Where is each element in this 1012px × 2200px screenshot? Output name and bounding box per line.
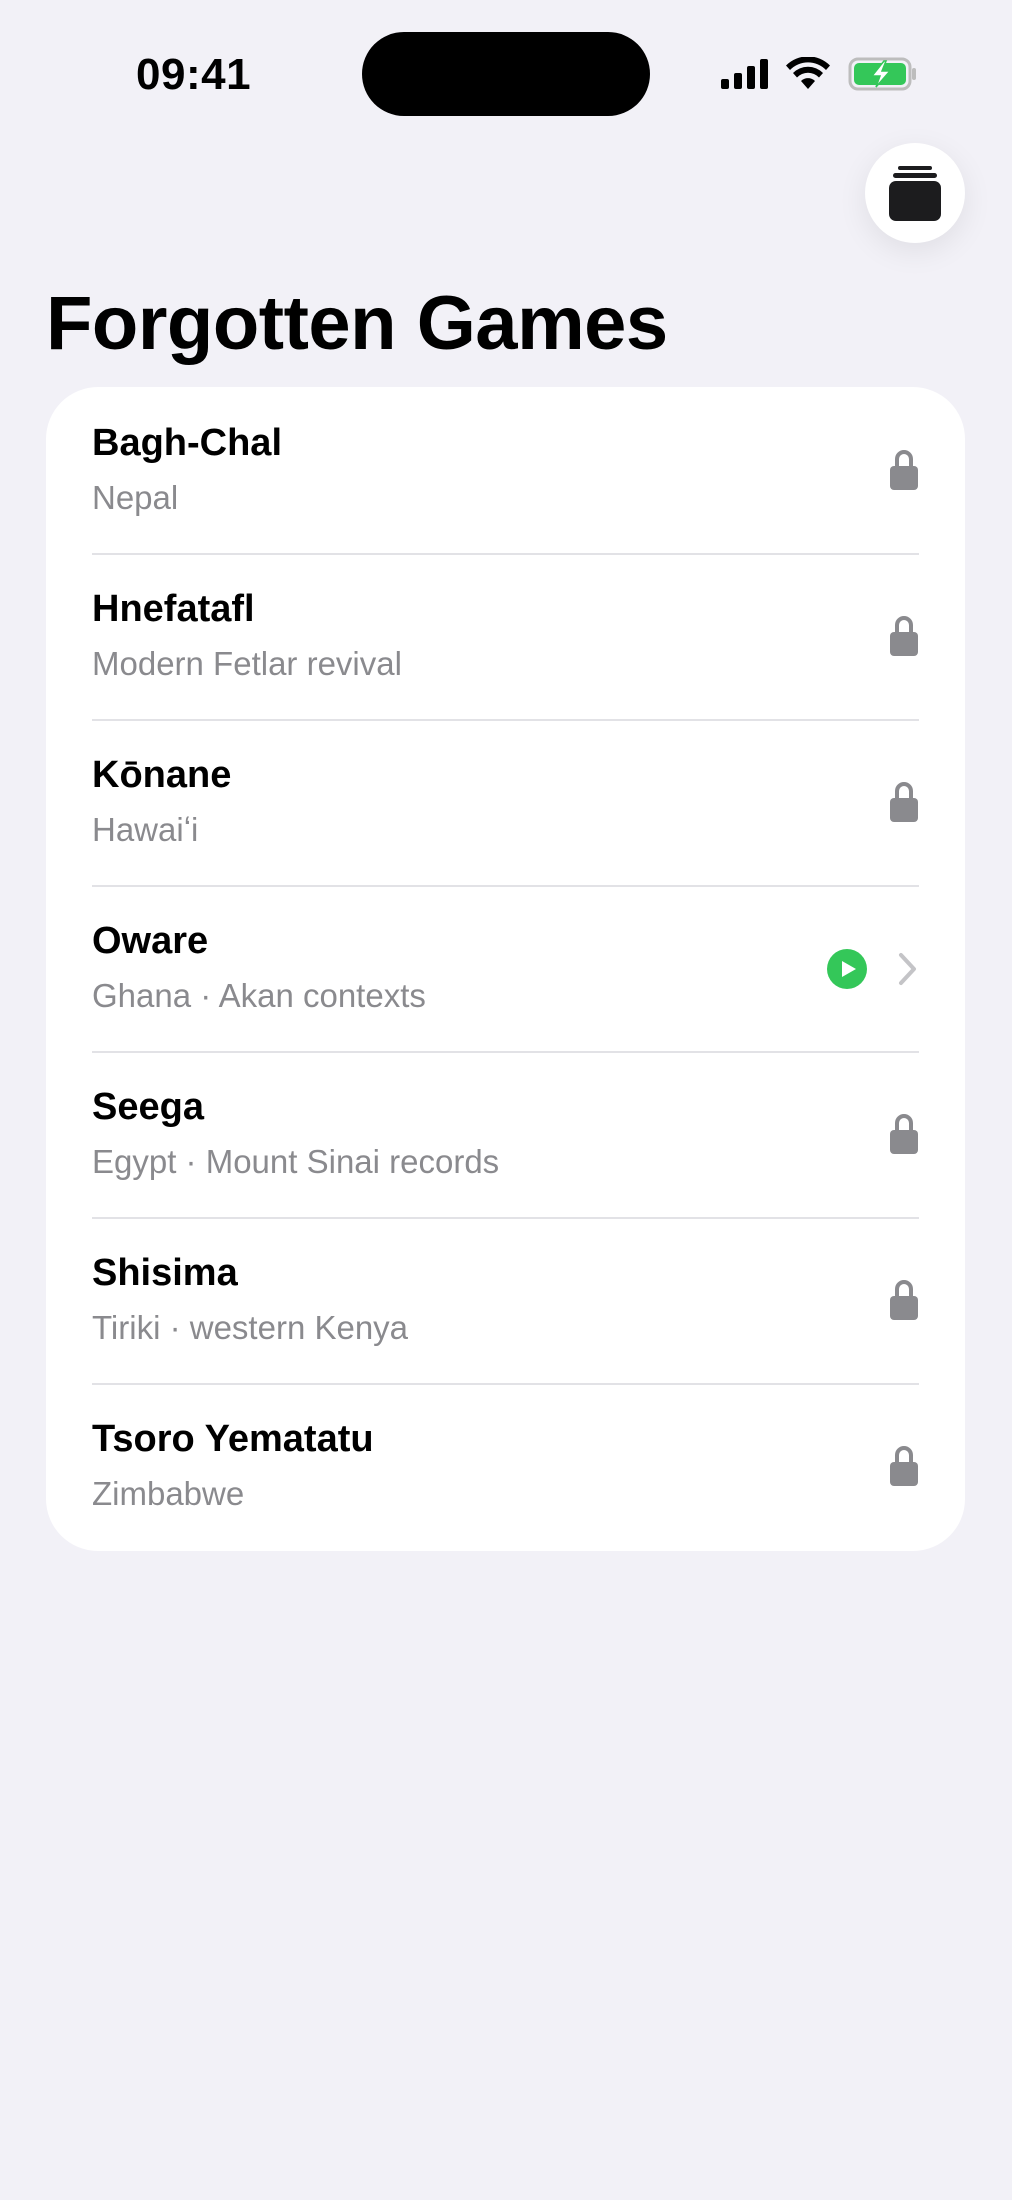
games-list: Bagh-Chal Nepal Hnefatafl Modern Fetlar …	[46, 387, 965, 1551]
chevron-right-icon	[899, 953, 916, 985]
stack-button[interactable]	[865, 143, 965, 243]
lock-icon	[890, 450, 918, 490]
list-item-shisima[interactable]: Shisima Tiriki · western Kenya	[92, 1217, 965, 1383]
status-icons	[721, 56, 918, 92]
lock-icon	[890, 1114, 918, 1154]
screen: 09:41 Forgotten Games Bagh-Chal Nepal Hn…	[0, 0, 1012, 2200]
game-title: Oware	[92, 920, 209, 962]
battery-charging-icon	[848, 57, 916, 91]
game-origin: Egypt · Mount Sinai records	[92, 1143, 500, 1180]
page-title: Forgotten Games	[46, 281, 668, 366]
lock-icon	[890, 1280, 918, 1320]
list-item-bagh-chal[interactable]: Bagh-Chal Nepal	[92, 387, 965, 553]
game-title: Bagh-Chal	[92, 422, 282, 464]
dynamic-island	[362, 32, 650, 116]
game-origin: Tiriki · western Kenya	[92, 1309, 409, 1346]
game-origin: Hawaiʻi	[92, 811, 199, 848]
list-item-oware[interactable]: Oware Ghana · Akan contexts	[92, 885, 965, 1051]
list-item-seega[interactable]: Seega Egypt · Mount Sinai records	[92, 1051, 965, 1217]
game-origin: Ghana · Akan contexts	[92, 977, 426, 1014]
lock-icon	[890, 1446, 918, 1486]
game-title: Tsoro Yematatu	[92, 1418, 374, 1460]
game-title: Shisima	[92, 1252, 238, 1294]
game-title: Hnefatafl	[92, 588, 255, 630]
game-origin: Zimbabwe	[92, 1475, 245, 1512]
cellular-signal-icon	[721, 59, 768, 89]
list-item-konane[interactable]: Kōnane Hawaiʻi	[92, 719, 965, 885]
lock-icon	[890, 782, 918, 822]
game-title: Seega	[92, 1086, 204, 1128]
list-item-tsoro-yematatu[interactable]: Tsoro Yematatu Zimbabwe	[92, 1383, 965, 1549]
wifi-icon	[786, 57, 830, 89]
lock-icon	[890, 616, 918, 656]
list-item-hnefatafl[interactable]: Hnefatafl Modern Fetlar revival	[92, 553, 965, 719]
game-title: Kōnane	[92, 754, 232, 796]
play-icon	[827, 949, 867, 989]
game-origin: Modern Fetlar revival	[92, 645, 402, 682]
game-origin: Nepal	[92, 479, 179, 516]
status-time: 09:41	[136, 50, 252, 99]
stack-icon	[889, 166, 941, 221]
